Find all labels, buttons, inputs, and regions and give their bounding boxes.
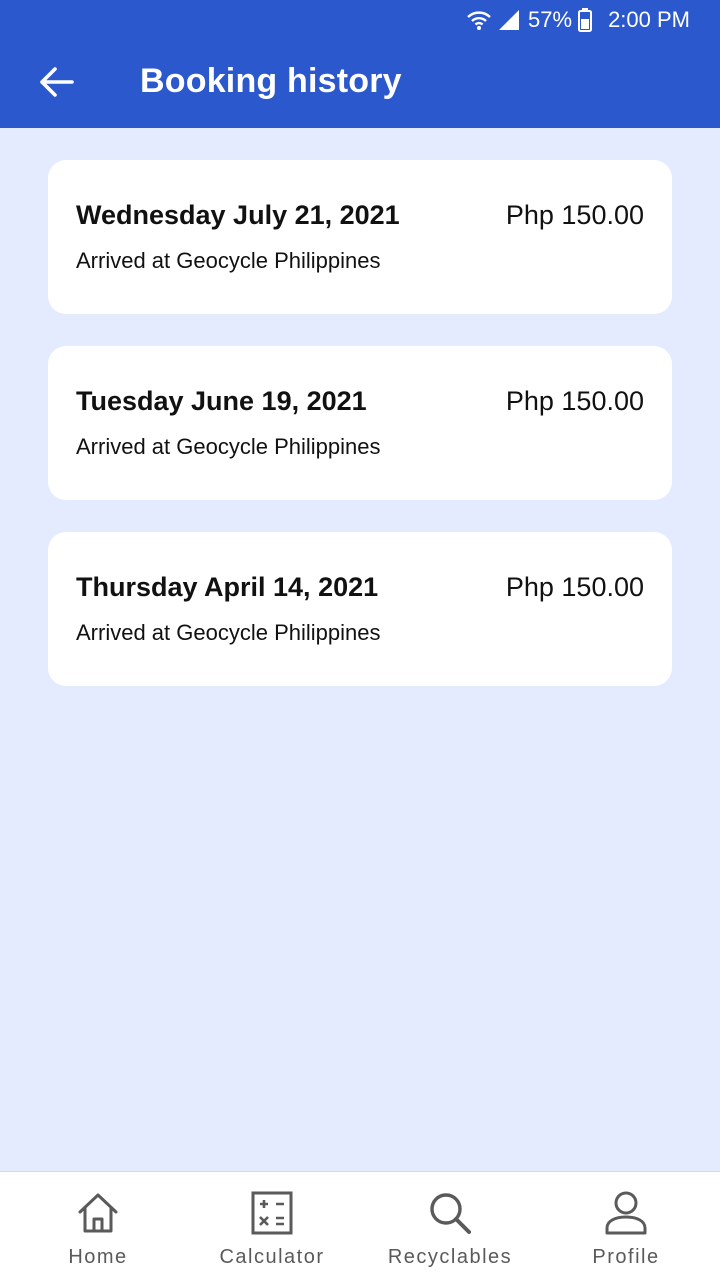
nav-label: Recyclables <box>387 1246 513 1268</box>
booking-status: Arrived at Geocycle Philippines <box>76 434 381 459</box>
nav-label: Home <box>68 1246 128 1268</box>
booking-price: Php 150.00 <box>505 572 644 602</box>
wifi-icon <box>467 11 491 30</box>
battery-percentage: 57% <box>528 7 573 32</box>
bottom-navigation: Home Calculator Recyclables Profile <box>0 1171 720 1280</box>
nav-recyclables[interactable]: Recyclables <box>370 1190 530 1269</box>
booking-card[interactable]: Wednesday July 21, 2021 Php 150.00 Arriv… <box>48 160 672 314</box>
back-button[interactable] <box>34 60 78 104</box>
person-icon <box>605 1191 647 1235</box>
booking-card[interactable]: Tuesday June 19, 2021 Php 150.00 Arrived… <box>48 346 672 500</box>
nav-calculator[interactable]: Calculator <box>192 1190 352 1269</box>
app-bar: 57% 2:00 PM Booking history <box>0 0 720 128</box>
cell-signal-icon <box>499 10 520 30</box>
booking-date: Thursday April 14, 2021 <box>76 572 379 602</box>
booking-status: Arrived at Geocycle Philippines <box>76 248 381 273</box>
home-icon <box>78 1193 118 1233</box>
nav-home[interactable]: Home <box>18 1190 178 1269</box>
booking-date: Wednesday July 21, 2021 <box>76 200 400 230</box>
booking-date: Tuesday June 19, 2021 <box>76 386 367 416</box>
calculator-icon <box>251 1191 293 1235</box>
nav-label: Profile <box>592 1246 660 1268</box>
nav-profile[interactable]: Profile <box>546 1190 706 1269</box>
battery-icon <box>578 8 593 32</box>
booking-price: Php 150.00 <box>505 386 644 416</box>
booking-status: Arrived at Geocycle Philippines <box>76 620 381 645</box>
arrow-left-icon <box>40 67 74 97</box>
page-title: Booking history <box>140 62 402 100</box>
search-icon <box>430 1193 471 1234</box>
booking-price: Php 150.00 <box>505 200 644 230</box>
booking-card[interactable]: Thursday April 14, 2021 Php 150.00 Arriv… <box>48 532 672 686</box>
nav-label: Calculator <box>219 1246 325 1268</box>
clock: 2:00 PM <box>608 7 690 32</box>
status-bar: 57% 2:00 PM <box>466 6 690 34</box>
booking-list: Wednesday July 21, 2021 Php 150.00 Arriv… <box>48 160 672 718</box>
